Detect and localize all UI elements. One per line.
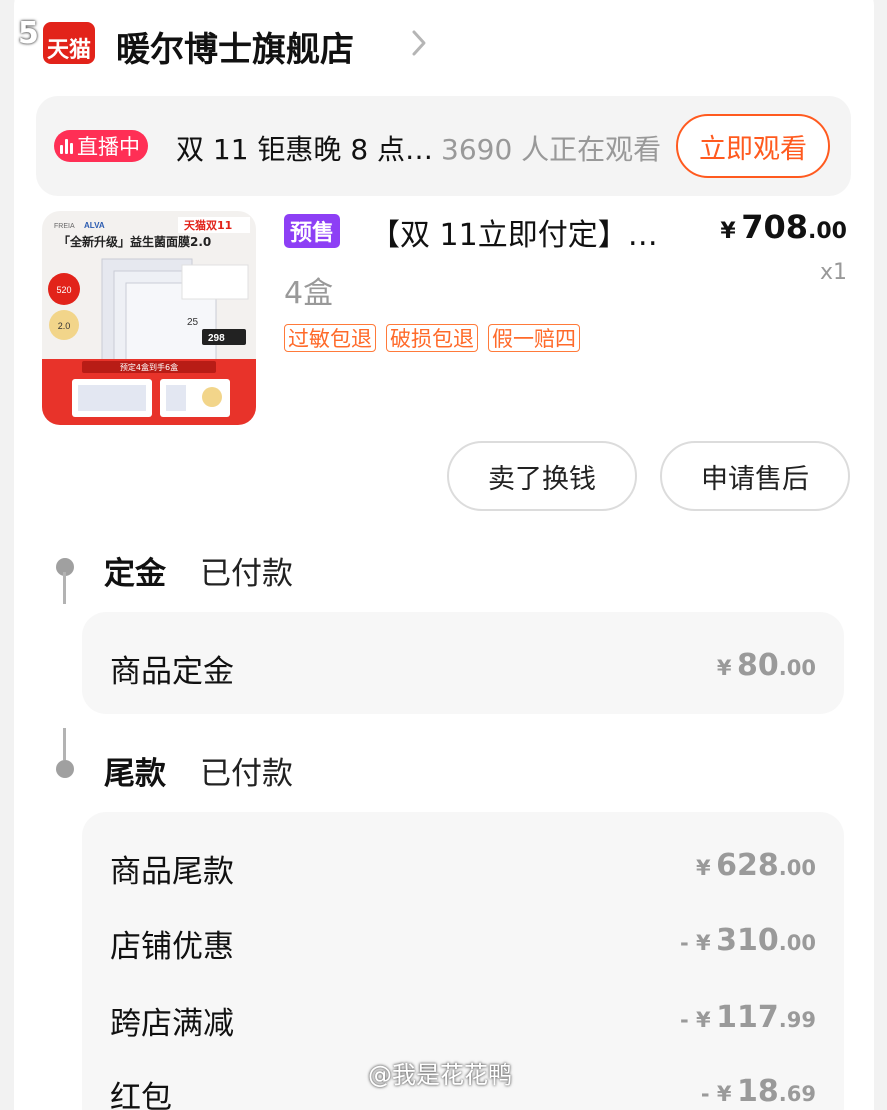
- live-banner[interactable]: 直播中 双 11 钜惠晚 8 点… 3690 人正在观看 立即观看: [36, 96, 851, 196]
- live-bars-icon: [60, 138, 73, 154]
- price-symbol: ¥: [720, 219, 736, 244]
- amount-symbol: ¥: [695, 931, 711, 955]
- amount-symbol: ¥: [716, 1082, 732, 1106]
- amount-symbol: ¥: [695, 856, 711, 880]
- price-integer: 708: [741, 208, 809, 246]
- product-price: ¥ 708.00: [720, 208, 847, 246]
- row-amount: - ¥ 117.99: [680, 1000, 816, 1035]
- watch-now-button[interactable]: 立即观看: [676, 114, 830, 178]
- live-badge-label: 直播中: [77, 135, 140, 159]
- image-brand-b-text: ALVA: [84, 221, 105, 230]
- row-label: 店铺优惠: [110, 929, 234, 965]
- service-tag: 过敏包退: [284, 324, 376, 352]
- service-tags: 过敏包退 破损包退 假一赔四: [284, 324, 580, 352]
- amount-integer: 80: [737, 648, 779, 683]
- deposit-status: 已付款: [200, 556, 293, 592]
- price-decimal: .00: [808, 219, 847, 244]
- amount-decimal: .99: [778, 1008, 816, 1032]
- after-sale-button[interactable]: 申请售后: [660, 441, 850, 511]
- row-amount: - ¥ 310.00: [680, 923, 816, 958]
- product-image[interactable]: FREIA ALVA 天猫双11 「全新升级」益生菌面膜2.0 520 2.0 …: [42, 211, 256, 425]
- live-viewers: 3690 人正在观看: [441, 133, 662, 166]
- shop-name[interactable]: 暖尔博士旗舰店: [116, 22, 354, 71]
- amount-decimal: .00: [778, 856, 816, 880]
- row-label: 红包: [110, 1080, 172, 1110]
- amount-prefix: -: [679, 1008, 696, 1032]
- image-price-tag-text: 298: [208, 333, 225, 344]
- balance-status: 已付款: [200, 756, 293, 792]
- timeline-line: [63, 572, 66, 604]
- presale-tag: 预售: [284, 214, 341, 248]
- amount-integer: 117: [716, 1000, 779, 1035]
- live-badge: 直播中: [54, 130, 148, 162]
- row-amount: ¥ 628.00: [696, 848, 816, 883]
- amount-symbol: ¥: [695, 1008, 711, 1032]
- amount-integer: 18: [737, 1074, 779, 1109]
- sell-button[interactable]: 卖了换钱: [447, 441, 637, 511]
- deposit-title: 定金: [104, 556, 166, 592]
- image-year-text: 25: [187, 317, 199, 328]
- row-amount: - ¥ 18.69: [701, 1074, 816, 1109]
- image-badge-top-text: 520: [56, 285, 71, 295]
- service-tag: 破损包退: [386, 324, 478, 352]
- amount-decimal: .00: [778, 931, 816, 955]
- image-tmall-badge-text: 天猫双11: [184, 218, 232, 232]
- tmall-logo: 天猫: [43, 22, 95, 64]
- amount-decimal: .00: [778, 656, 816, 680]
- amount-prefix: -: [679, 931, 696, 955]
- amount-prefix: -: [700, 1082, 717, 1106]
- timeline-dot-balance: [56, 760, 74, 778]
- live-title: 双 11 钜惠晚 8 点…: [176, 133, 434, 166]
- product-quantity: x1: [819, 260, 847, 285]
- timeline-line: [63, 728, 66, 760]
- amount-integer: 310: [716, 923, 779, 958]
- amount-decimal: .69: [778, 1082, 816, 1106]
- image-badge-mid-text: 2.0: [58, 321, 71, 331]
- row-label: 跨店满减: [110, 1006, 234, 1042]
- product-title[interactable]: 【双 11立即付定】…: [370, 210, 658, 254]
- watermark-bottom: @我是花花鸭: [368, 1061, 512, 1089]
- image-brand-a-text: FREIA: [54, 223, 75, 230]
- deposit-details: 商品定金 ¥ 80.00: [82, 612, 844, 714]
- service-tag: 假一赔四: [488, 324, 580, 352]
- image-headline-text: 「全新升级」益生菌面膜2.0: [58, 234, 211, 249]
- balance-title: 尾款: [104, 756, 166, 792]
- product-variant: 4盒: [284, 276, 334, 311]
- amount-symbol: ¥: [716, 656, 732, 680]
- row-amount: ¥ 80.00: [717, 648, 816, 683]
- row-label: 商品尾款: [110, 854, 234, 890]
- row-label: 商品定金: [110, 654, 234, 690]
- amount-integer: 628: [716, 848, 779, 883]
- image-promo-text: 预定4盒到手6盒: [120, 362, 178, 372]
- watermark-top-left: 5: [18, 16, 40, 51]
- chevron-right-icon[interactable]: [408, 28, 430, 58]
